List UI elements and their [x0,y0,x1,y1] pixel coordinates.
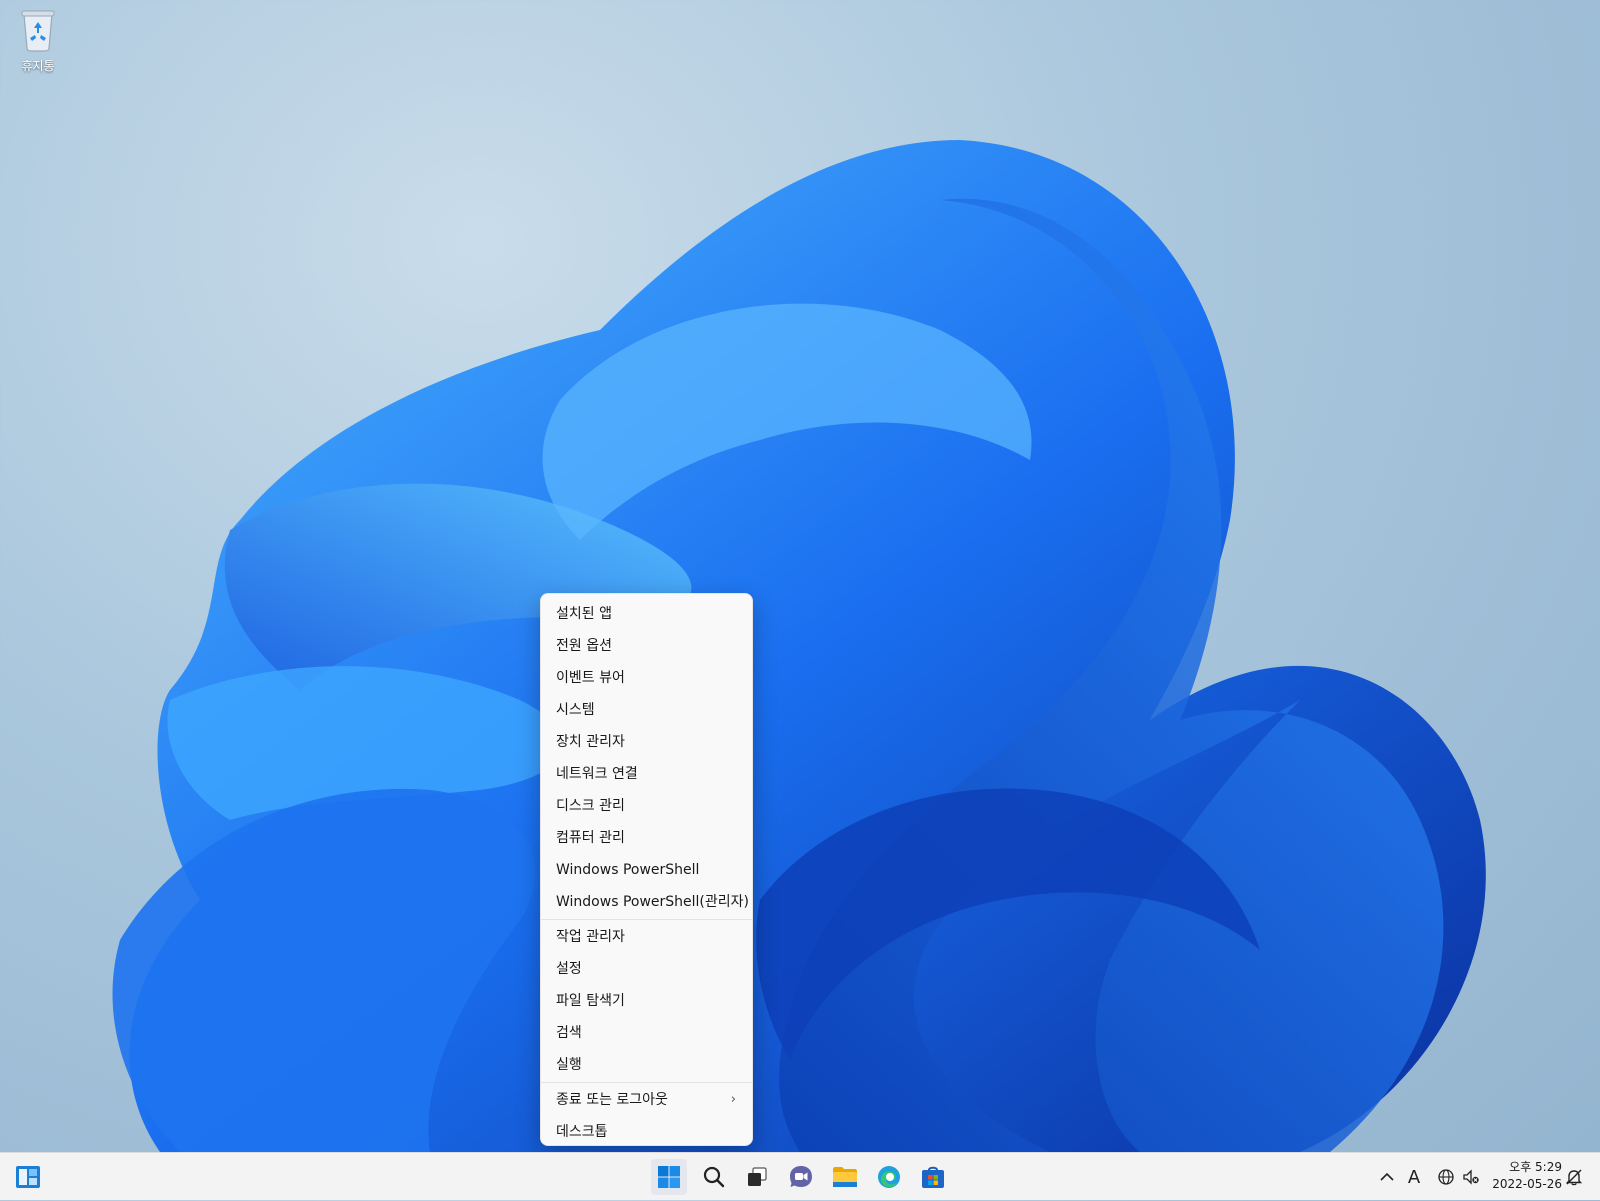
globe-network-icon [1438,1169,1454,1185]
clock[interactable]: 오후 5:29 2022-05-26 [1482,1159,1562,1193]
file-explorer-button[interactable] [827,1159,863,1195]
recycle-bin-icon [21,10,55,52]
menu-item-label: 종료 또는 로그아웃 [556,1092,668,1108]
menu-item-network-connections[interactable]: 네트워크 연결 [541,758,752,790]
search-button[interactable] [696,1159,732,1195]
menu-item-run[interactable]: 실행 [541,1049,752,1081]
search-icon [703,1166,725,1188]
speaker-muted-icon [1463,1169,1479,1185]
menu-item-shutdown-signout[interactable]: 종료 또는 로그아웃 › [541,1084,752,1116]
menu-item-search[interactable]: 검색 [541,1017,752,1049]
taskbar: A 오후 5:29 2022-05-26 [0,1152,1600,1200]
edge-icon [878,1166,900,1188]
show-hidden-icons-button[interactable] [1376,1153,1398,1201]
clock-time: 오후 5:29 [1509,1160,1562,1174]
menu-item-event-viewer[interactable]: 이벤트 뷰어 [541,662,752,694]
chevron-up-icon [1380,1172,1394,1181]
network-button[interactable] [1435,1153,1457,1201]
menu-item-power-options[interactable]: 전원 옵션 [541,630,752,662]
chat-icon [790,1166,812,1187]
recycle-bin-shortcut[interactable]: 휴지통 [12,8,64,74]
file-explorer-icon [833,1167,857,1187]
menu-item-installed-apps[interactable]: 설치된 앱 [541,598,752,630]
task-view-button[interactable] [739,1159,775,1195]
menu-separator [541,1082,752,1083]
menu-item-file-explorer[interactable]: 파일 탐색기 [541,985,752,1017]
menu-item-powershell[interactable]: Windows PowerShell [541,854,752,886]
widgets-icon [16,1166,40,1188]
edge-button[interactable] [871,1159,907,1195]
menu-item-settings[interactable]: 설정 [541,953,752,985]
store-button[interactable] [915,1159,951,1195]
menu-item-powershell-admin[interactable]: Windows PowerShell(관리자) [541,886,752,918]
menu-item-desktop[interactable]: 데스크톱 [541,1116,752,1148]
notifications-button[interactable] [1562,1153,1586,1201]
volume-button[interactable] [1460,1153,1482,1201]
menu-item-computer-management[interactable]: 컴퓨터 관리 [541,822,752,854]
recycle-bin-label: 휴지통 [21,59,55,73]
menu-item-system[interactable]: 시스템 [541,694,752,726]
wallpaper-bloom [112,140,1486,1152]
store-icon [922,1166,944,1188]
menu-item-device-manager[interactable]: 장치 관리자 [541,726,752,758]
start-button[interactable] [651,1159,687,1195]
menu-item-task-manager[interactable]: 작업 관리자 [541,921,752,953]
winx-context-menu: 설치된 앱 전원 옵션 이벤트 뷰어 시스템 장치 관리자 네트워크 연결 디스… [540,593,753,1146]
menu-item-disk-management[interactable]: 디스크 관리 [541,790,752,822]
clock-date: 2022-05-26 [1492,1177,1562,1191]
chevron-right-icon: › [730,1092,736,1107]
chat-button[interactable] [783,1159,819,1195]
widgets-button[interactable] [10,1159,46,1195]
menu-separator [541,919,752,920]
notification-bell-icon [1565,1169,1583,1186]
task-view-icon [748,1167,767,1186]
start-icon [658,1166,680,1188]
ime-indicator[interactable]: A [1402,1153,1426,1201]
